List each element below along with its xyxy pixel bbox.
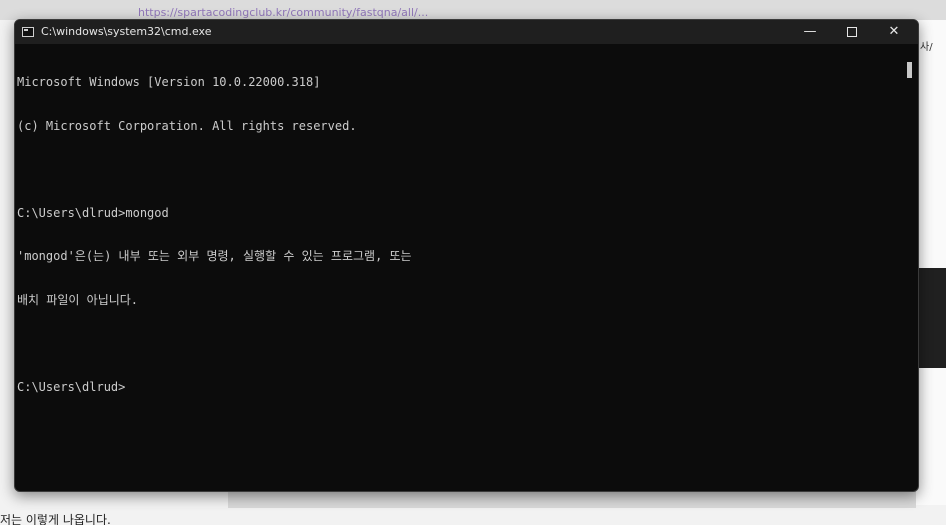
scrollbar[interactable] (904, 46, 916, 488)
scrollbar-thumb[interactable] (907, 62, 912, 78)
cmd-window[interactable]: C:\windows\system32\cmd.exe — ✕ Microsof… (14, 19, 919, 492)
maximize-icon (847, 26, 857, 37)
background-browser-toolbar: https://spartacodingclub.kr/community/fa… (0, 0, 946, 20)
minimize-icon: — (803, 24, 817, 39)
background-dark-image (916, 268, 946, 368)
console-output[interactable]: Microsoft Windows [Version 10.0.22000.31… (17, 46, 901, 486)
console-line: 'mongod'은(는) 내부 또는 외부 명령, 실행할 수 있는 프로그램,… (17, 249, 412, 263)
window-title: C:\windows\system32\cmd.exe (41, 25, 212, 38)
console-line: Microsoft Windows [Version 10.0.22000.31… (17, 75, 321, 89)
background-page-panel (916, 20, 946, 505)
console-prompt[interactable]: C:\Users\dlrud> (17, 380, 901, 395)
minimize-button[interactable]: — (790, 20, 830, 44)
cmd-app-icon (22, 27, 34, 37)
close-button[interactable]: ✕ (874, 20, 914, 44)
desktop: https://spartacodingclub.kr/community/fa… (0, 0, 946, 525)
title-bar[interactable]: C:\windows\system32\cmd.exe — ✕ (15, 20, 918, 44)
background-url: https://spartacodingclub.kr/community/fa… (138, 6, 429, 19)
maximize-button[interactable] (832, 20, 872, 44)
background-caption: 저는 이렇게 나옵니다. (0, 513, 111, 525)
console-line: 배치 파일이 아닙니다. (17, 292, 139, 307)
background-page-text: 사/ (920, 42, 933, 53)
close-icon: ✕ (888, 24, 900, 39)
console-line: C:\Users\dlrud>mongod (17, 205, 169, 220)
console-line: (c) Microsoft Corporation. All rights re… (17, 118, 357, 133)
